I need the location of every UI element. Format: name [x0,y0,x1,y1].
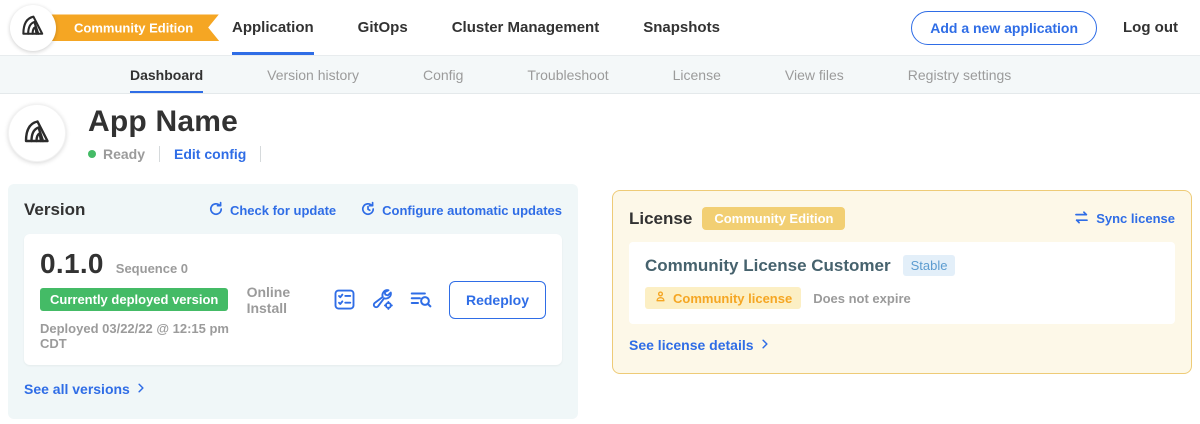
app-logo-badge [10,5,56,51]
replicated-logo-icon [21,115,53,152]
see-all-versions-link[interactable]: See all versions [24,381,147,397]
community-license-badge: Community license [645,287,801,309]
check-for-update-link[interactable]: Check for update [208,201,336,220]
version-card: Version Check for update [8,184,578,419]
person-icon [654,290,667,306]
edit-config-link[interactable]: Edit config [174,146,246,162]
nav-item-application[interactable]: Application [232,0,314,55]
version-card-header: Version Check for update [24,200,562,220]
license-card: License Community Edition Sync license C… [612,190,1192,374]
status-badge: Ready [103,146,145,162]
top-bar-right: Add a new application Log out [911,0,1178,55]
subnav-item-config[interactable]: Config [423,56,463,93]
license-card-header: License Community Edition Sync license [629,207,1175,230]
redeploy-button[interactable]: Redeploy [449,281,546,319]
version-card-actions: Check for update Configure automatic upd… [208,201,562,220]
subnav-item-registry-settings[interactable]: Registry settings [908,56,1011,93]
current-version-panel: 0.1.0 Sequence 0 Currently deployed vers… [24,234,562,365]
divider [159,146,160,162]
sync-license-link[interactable]: Sync license [1073,210,1175,228]
deploy-logs-icon[interactable] [408,287,433,312]
replicated-logo-icon [19,11,47,44]
chevron-right-icon [135,381,147,397]
app-status-row: Ready Edit config [88,146,275,162]
subnav-item-version-history[interactable]: Version history [267,56,359,93]
license-card-title: License [629,209,692,229]
community-edition-ribbon: Community Edition [38,14,219,41]
app-avatar [8,104,66,162]
nav-item-gitops[interactable]: GitOps [358,0,408,55]
chevron-right-icon [759,337,771,353]
sequence-label: Sequence 0 [116,261,188,276]
preflight-checks-icon[interactable] [332,287,357,312]
version-line: 0.1.0 Sequence 0 [40,248,247,280]
app-subnav: Dashboard Version history Config Trouble… [0,56,1200,94]
main-nav: Application GitOps Cluster Management Sn… [232,0,720,55]
see-license-details-link[interactable]: See license details [629,337,771,353]
nav-item-cluster-management[interactable]: Cluster Management [452,0,600,55]
add-new-application-button[interactable]: Add a new application [911,11,1097,45]
currently-deployed-badge: Currently deployed version [40,288,228,311]
subnav-item-license[interactable]: License [673,56,721,93]
divider [260,146,261,162]
version-card-title: Version [24,200,85,220]
app-meta: App Name Ready Edit config [88,105,275,162]
configure-automatic-updates-link[interactable]: Configure automatic updates [360,201,562,220]
channel-badge: Stable [903,255,956,276]
expiry-text: Does not expire [813,291,911,306]
license-details-panel: Community License Customer Stable Commun… [629,242,1175,324]
app-header: App Name Ready Edit config [0,94,1200,162]
version-number: 0.1.0 [40,248,104,280]
subnav-item-view-files[interactable]: View files [785,56,844,93]
subnav-item-dashboard[interactable]: Dashboard [130,56,203,93]
customer-line: Community License Customer Stable [645,255,1159,276]
current-version-info: 0.1.0 Sequence 0 Currently deployed vers… [40,248,247,351]
dashboard-cards: Version Check for update [0,184,1200,419]
schedule-update-icon [360,201,376,220]
version-controls: Online Install [247,281,546,319]
page-title: App Name [88,105,275,138]
community-edition-badge: Community Edition [702,207,845,230]
customer-name: Community License Customer [645,256,891,276]
brand: Community Edition [0,0,218,55]
refresh-icon [208,201,224,220]
install-type-label: Online Install [247,284,316,316]
nav-item-snapshots[interactable]: Snapshots [643,0,720,55]
subnav-item-troubleshoot[interactable]: Troubleshoot [527,56,608,93]
logout-link[interactable]: Log out [1123,19,1178,36]
config-wrench-icon[interactable] [370,287,395,312]
license-type-row: Community license Does not expire [645,287,1159,309]
status-dot [88,150,96,158]
deployed-timestamp: Deployed 03/22/22 @ 12:15 pm CDT [40,321,247,351]
top-bar: Community Edition Application GitOps Clu… [0,0,1200,56]
sync-arrows-icon [1073,210,1090,228]
